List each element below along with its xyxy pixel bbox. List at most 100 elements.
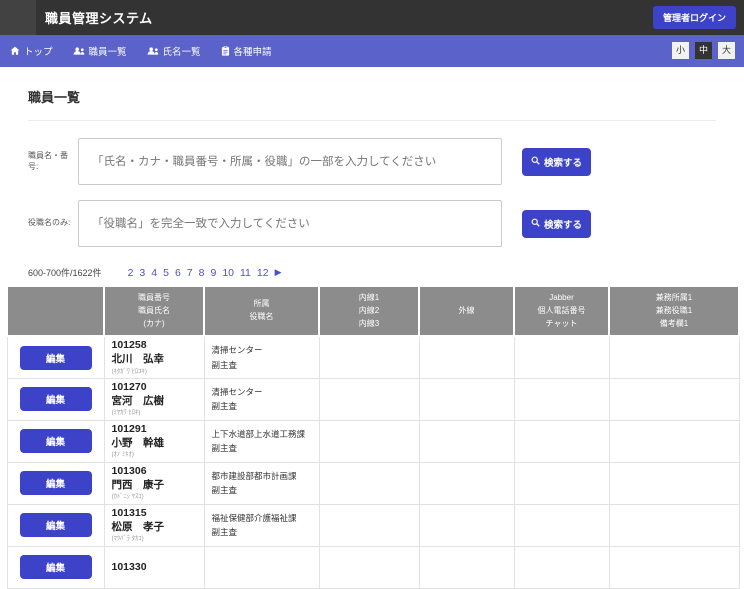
staff-name: 小野 幹雄 [111, 436, 165, 449]
font-size-medium-button[interactable]: 中 [695, 42, 712, 59]
nav-item-staff-list[interactable]: 職員一覧 [73, 44, 127, 58]
home-icon [10, 46, 20, 56]
page-links: 2 3 4 5 6 7 8 9 10 11 12 ▶ [128, 267, 282, 279]
page-link[interactable]: 12 [257, 267, 269, 279]
cell-extensions [318, 461, 420, 505]
search-icon [531, 218, 540, 230]
page-link[interactable]: 2 [128, 267, 134, 279]
edit-button[interactable]: 編集 [19, 387, 92, 412]
staff-role: 副主査 [211, 359, 238, 370]
cell-outside-line [418, 503, 515, 547]
staff-kana: (ﾏﾂﾊﾞﾗ ﾀｶｺ) [111, 535, 144, 543]
cell-jabber [513, 377, 610, 421]
staff-number: 101306 [111, 465, 147, 478]
staff-name-search-row: 職員名・番号: 検索する [28, 138, 716, 185]
users-icon [147, 46, 159, 56]
pagination: 600-700件/1622件 2 3 4 5 6 7 8 9 10 11 12 … [28, 266, 716, 279]
page-link[interactable]: 9 [210, 267, 216, 279]
staff-role: 副主査 [211, 527, 238, 538]
role-name-label: 役職名のみ: [28, 218, 71, 228]
role-name-input[interactable] [78, 200, 502, 247]
nav-item-label: トップ [24, 47, 53, 58]
font-size-small-button[interactable]: 小 [672, 42, 689, 59]
staff-kana: (ﾐﾔｶﾜ ﾋﾛｷ) [111, 409, 141, 417]
page-link[interactable]: 6 [175, 267, 181, 279]
cell-jabber [513, 419, 610, 463]
staff-table-header: 職員番号 職員氏名 (カナ) 所属 役職名 内線1 内線2 内線3 外線 Jabber 個人… [6, 284, 740, 338]
nav-item-label: 各種申請 [233, 47, 272, 58]
nav-item-label: 職員一覧 [88, 47, 127, 58]
search-icon [531, 156, 540, 168]
result-count: 600-700件/1622件 [28, 268, 102, 278]
search-button-label: 検索する [544, 157, 583, 169]
content-area: 職員一覧 職員名・番号: 検索する 役職名のみ: 検索する 600-700件/1… [0, 87, 744, 589]
staff-name: 宮河 広樹 [111, 394, 165, 407]
header-concurrent-post: 兼務所属1 兼務役職1 備考欄1 [608, 284, 740, 338]
table-row: 編集 101270 宮河 広樹 (ﾐﾔｶﾜ ﾋﾛｷ) 清掃センター 副主査 [6, 377, 740, 421]
font-size-controls: 小 中 大 [672, 42, 735, 59]
cell-concurrent-post [608, 461, 740, 505]
header-jabber: Jabber 個人電話番号 チャット [513, 284, 610, 338]
staff-number: 101270 [111, 381, 147, 394]
cell-concurrent-post [608, 503, 740, 547]
main-nav: トップ 職員一覧 氏名一覧 各種申請 小 中 大 [0, 35, 744, 67]
table-row: 編集 101291 小野 幹雄 (ｵﾉ ﾐｷｵ) 上下水道部上水道工務課 副主査 [6, 419, 740, 463]
table-row: 編集 101258 北川 弘幸 (ｷﾀｶﾞﾜ ﾋﾛﾕｷ) 清掃センター 副主査 [6, 335, 740, 379]
page-link[interactable]: 3 [139, 267, 145, 279]
staff-name-label: 職員名・番号: [28, 151, 68, 171]
staff-department: 福祉保健部介護福祉課 [211, 512, 297, 523]
page-link[interactable]: 11 [240, 267, 251, 279]
admin-login-button[interactable]: 管理者ログイン [652, 6, 736, 29]
staff-role: 副主査 [211, 485, 238, 496]
page-link[interactable]: 4 [151, 267, 157, 279]
next-page-icon[interactable]: ▶ [275, 267, 282, 278]
staff-name-input[interactable] [78, 138, 502, 185]
users-icon [73, 46, 85, 56]
cell-outside-line [418, 461, 515, 505]
clipboard-icon [221, 46, 230, 56]
header-outside-line: 外線 [418, 284, 515, 338]
cell-outside-line [418, 377, 515, 421]
app-logo [0, 0, 36, 35]
staff-name: 北川 弘幸 [111, 353, 165, 366]
cell-extensions [318, 503, 420, 547]
cell-extensions [318, 419, 420, 463]
header-edit-column [6, 284, 105, 338]
staff-kana: (ｷﾀｶﾞﾜ ﾋﾛﾕｷ) [111, 367, 147, 375]
staff-number: 101330 [111, 560, 147, 573]
staff-name: 門西 康子 [111, 478, 165, 491]
edit-button[interactable]: 編集 [19, 471, 92, 496]
cell-extensions [318, 545, 420, 589]
role-name-search-button[interactable]: 検索する [522, 209, 592, 238]
staff-name-search-button[interactable]: 検索する [522, 147, 592, 176]
nav-item-label: 氏名一覧 [162, 47, 201, 58]
staff-role: 副主査 [211, 443, 238, 454]
page-link[interactable]: 5 [163, 267, 169, 279]
cell-concurrent-post [608, 419, 740, 463]
cell-jabber [513, 503, 610, 547]
header-department: 所属 役職名 [203, 284, 320, 338]
cell-jabber [513, 335, 610, 379]
font-size-large-button[interactable]: 大 [718, 42, 735, 59]
role-name-search-row: 役職名のみ: 検索する [28, 200, 716, 247]
page-link[interactable]: 7 [187, 267, 193, 279]
page-title: 職員一覧 [28, 87, 716, 121]
page-link[interactable]: 8 [199, 267, 205, 279]
staff-department: 清掃センター [211, 386, 263, 397]
edit-button[interactable]: 編集 [19, 345, 92, 370]
cell-extensions [318, 335, 420, 379]
staff-department: 清掃センター [211, 345, 263, 356]
nav-item-applications[interactable]: 各種申請 [221, 44, 272, 58]
staff-role: 副主査 [211, 401, 238, 412]
page-link[interactable]: 10 [222, 267, 234, 279]
staff-department: 都市建設部都市計画課 [211, 470, 297, 481]
top-bar: 職員管理システム 管理者ログイン [0, 0, 744, 35]
cell-concurrent-post [608, 377, 740, 421]
edit-button[interactable]: 編集 [19, 513, 92, 538]
nav-item-name-list[interactable]: 氏名一覧 [147, 44, 201, 58]
edit-button[interactable]: 編集 [19, 555, 92, 580]
table-row: 編集 101306 門西 康子 (ｶﾄﾞﾆｼ ﾔｽｺ) 都市建設部都市計画課 副… [6, 461, 740, 505]
edit-button[interactable]: 編集 [19, 429, 92, 454]
cell-concurrent-post [608, 335, 740, 379]
nav-item-top[interactable]: トップ [10, 44, 53, 58]
